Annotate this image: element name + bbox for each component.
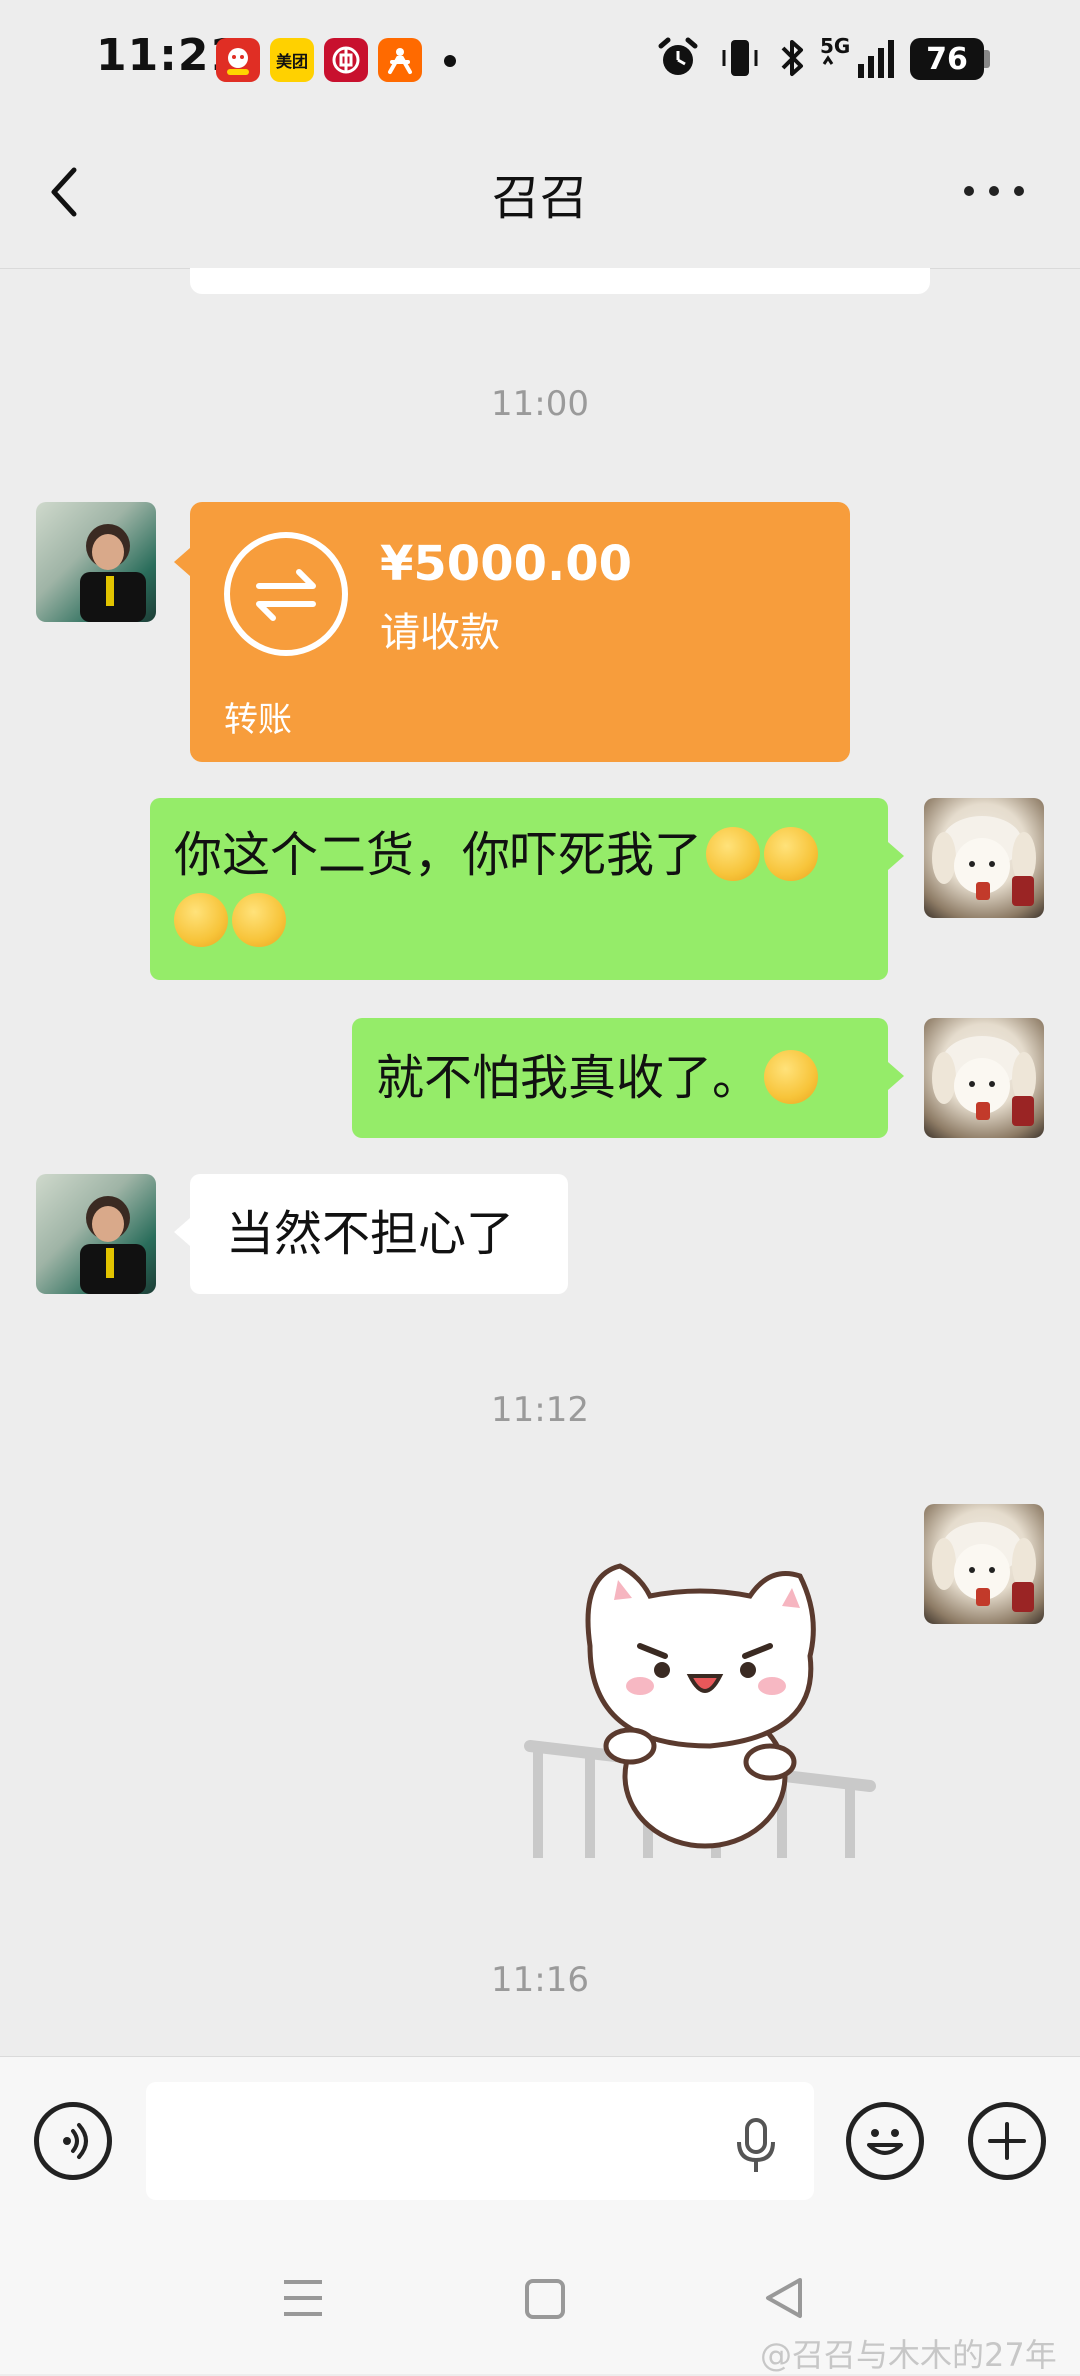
signal-icon: 5G <box>818 34 898 82</box>
more-icon-dot <box>964 186 974 196</box>
sent-message-bubble[interactable]: 就不怕我真收了。 <box>352 1018 888 1138</box>
message-text: 当然不担心了 <box>226 1206 515 1262</box>
microphone-icon[interactable] <box>734 2118 778 2174</box>
transfer-status: 请收款 <box>380 610 500 656</box>
timestamp: 11:12 <box>491 1390 589 1430</box>
bank-icon <box>324 38 368 82</box>
contact-avatar[interactable] <box>36 502 156 622</box>
battery-cap <box>984 50 990 68</box>
meituan-icon: 美团 <box>270 38 314 82</box>
more-options-button[interactable] <box>964 186 1024 198</box>
message-input[interactable] <box>146 2082 814 2200</box>
bubble-tail <box>888 1062 904 1090</box>
message-text: 就不怕我真收了。 <box>376 1050 761 1106</box>
timestamp: 11:16 <box>491 1960 589 2000</box>
bubble-tail <box>174 548 190 576</box>
menu-icon[interactable] <box>282 2276 324 2320</box>
thinking-face-icon <box>174 893 228 947</box>
thinking-face-icon <box>232 893 286 947</box>
delivery-app-icon <box>378 38 422 82</box>
contact-avatar[interactable] <box>36 1174 156 1294</box>
battery-indicator: 76 <box>910 38 984 80</box>
previous-message-card[interactable] <box>190 268 930 294</box>
more-icon-dot <box>989 186 999 196</box>
bubble-tail <box>174 1218 190 1246</box>
smiley-icon <box>867 2129 903 2155</box>
transfer-label: 转账 <box>224 700 292 740</box>
home-icon[interactable] <box>524 2278 566 2320</box>
voice-mode-button[interactable] <box>34 2102 112 2180</box>
chat-title: 召召 <box>491 170 588 226</box>
bluetooth-icon <box>774 34 810 82</box>
transfer-amount: ¥5000.00 <box>380 536 633 592</box>
message-text: 你这个二货，你吓死我了 <box>174 827 703 883</box>
emoji-button[interactable] <box>846 2102 924 2180</box>
status-bar: 11:21 美团 5G 76 <box>0 0 1080 118</box>
timestamp: 11:00 <box>491 384 589 424</box>
vibrate-icon <box>718 34 762 82</box>
weibo-watermark: @召召与木木的27年 <box>760 2336 1057 2374</box>
sent-message-bubble[interactable]: 你这个二货，你吓死我了 <box>150 798 888 980</box>
pinduoduo-icon <box>216 38 260 82</box>
bubble-tail <box>888 842 904 870</box>
thinking-face-icon <box>764 827 819 881</box>
my-avatar[interactable] <box>924 1018 1044 1138</box>
back-nav-icon[interactable] <box>764 2276 804 2320</box>
voice-icon <box>63 2123 88 2159</box>
flushed-face-icon <box>764 1050 819 1104</box>
alarm-icon <box>656 34 700 82</box>
plus-icon <box>988 2122 1026 2160</box>
notification-dot <box>444 55 456 67</box>
more-icon-dot <box>1014 186 1024 196</box>
my-avatar[interactable] <box>924 1504 1044 1624</box>
thinking-face-icon <box>706 827 761 881</box>
received-message-bubble[interactable]: 当然不担心了 <box>190 1174 568 1294</box>
my-avatar[interactable] <box>924 798 1044 918</box>
network-type: 5G <box>820 34 851 58</box>
more-functions-button[interactable] <box>968 2102 1046 2180</box>
cat-sticker[interactable] <box>520 1536 880 1866</box>
transfer-icon <box>224 532 348 656</box>
